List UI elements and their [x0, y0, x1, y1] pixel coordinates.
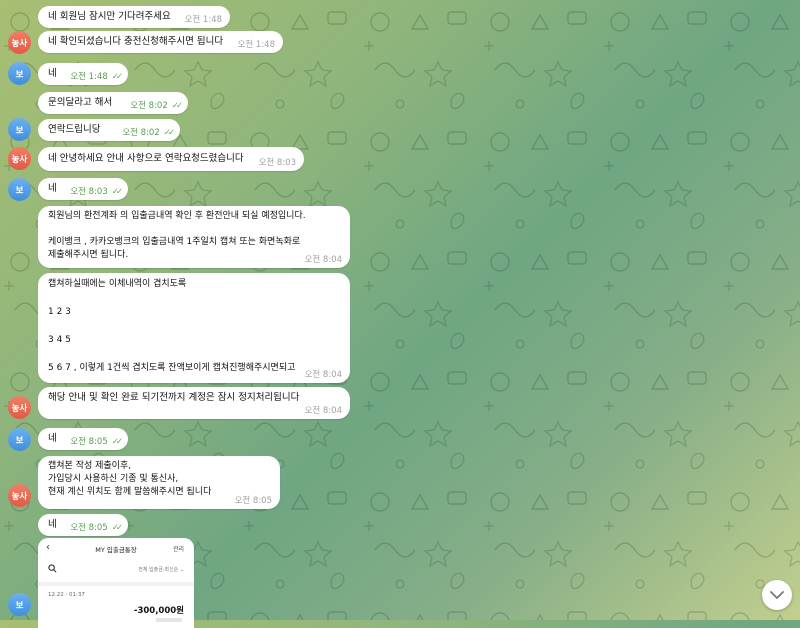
message-status: 오전 1:48 ✓✓ [70, 71, 123, 83]
scroll-down-button[interactable] [762, 580, 792, 610]
search-icon [48, 564, 57, 573]
message-bubble: 캡쳐본 작성 제출이후, 가입당시 사용하신 기종 및 통신사, 현재 계신 위… [38, 456, 280, 509]
message-time: 오전 8:03 [258, 158, 296, 168]
message-time: 오전 8:04 [304, 406, 342, 416]
attached-image[interactable]: ‹ MY 입출금통장 관리 전체·입출금·최신순 ⌄ 12.22 · 01:37… [38, 538, 194, 628]
message-time: 오전 1:48 [237, 40, 275, 50]
user-avatar[interactable]: 보 [8, 428, 31, 451]
transaction-date: 12.22 · 01:37 [48, 592, 85, 598]
double-check-icon: ✓✓ [171, 101, 183, 111]
message-time: 오전 1:48 [184, 15, 222, 25]
screenshot-header: ‹ MY 입출금통장 관리 [38, 538, 194, 560]
double-check-icon: ✓✓ [111, 72, 123, 82]
screenshot-manage: 관리 [172, 546, 184, 553]
counselor-avatar[interactable]: 놓사 [8, 484, 31, 507]
screenshot-title: MY 입출금통장 [95, 546, 137, 554]
message-bubble: 네 확인되셨습니다 충전신청해주시면 됩니다 오전 1:48 [38, 31, 283, 53]
message-bubble: 네 회원님 잠시만 기다려주세요 오전 1:48 [38, 6, 230, 28]
screenshot-toolbar: 전체·입출금·최신순 ⌄ [38, 564, 194, 578]
counselor-avatar[interactable]: 놓사 [8, 396, 31, 419]
message-bubble: 회원님의 환전계좌 의 입출금내역 확인 후 환전안내 되실 예정입니다. 케이… [38, 206, 350, 268]
message-bubble-outgoing: 문의달라고 해서 오전 8:02 ✓✓ [38, 92, 188, 114]
message-bubble-outgoing: 네 오전 1:48 ✓✓ [38, 63, 128, 85]
user-avatar[interactable]: 보 [8, 178, 31, 201]
message-bubble-outgoing: 네 오전 8:05 ✓✓ [38, 428, 128, 450]
message-time: 오전 8:05 [70, 437, 108, 447]
message-text: 네 [48, 183, 57, 194]
counselor-avatar[interactable]: 놓사 [8, 147, 31, 170]
message-text: 네 안녕하세요 안내 사항으로 연락요청드렸습니다 [48, 153, 244, 164]
message-text: 연락드립니당 [48, 124, 101, 135]
message-bubble-outgoing: 네 오전 8:05 ✓✓ [38, 514, 128, 536]
message-text: 네 [48, 433, 57, 444]
message-text: 네 회원님 잠시만 기다려주세요 [48, 11, 171, 22]
message-text: 네 [48, 519, 57, 530]
message-time: 오전 1:48 [70, 72, 108, 82]
transaction-balance-blurred [156, 618, 182, 622]
transaction-amount: -300,000원 [133, 606, 184, 616]
message-bubble: 캡쳐하실때에는 이체내역이 겹치도록 1 2 3 3 4 5 5 6 7 , 이… [38, 273, 350, 383]
message-time: 오전 8:03 [70, 187, 108, 197]
screenshot-filter: 전체·입출금·최신순 ⌄ [138, 567, 184, 573]
message-text: 네 확인되셨습니다 충전신청해주시면 됩니다 [48, 36, 224, 47]
message-bubble-outgoing: 연락드립니당 오전 8:02 ✓✓ [38, 119, 180, 141]
divider [38, 582, 194, 586]
user-avatar[interactable]: 보 [8, 62, 31, 85]
user-avatar[interactable]: 보 [8, 118, 31, 141]
message-status: 오전 8:05 ✓✓ [70, 436, 123, 448]
message-time: 오전 8:02 [130, 101, 168, 111]
message-time: 오전 8:05 [234, 496, 272, 506]
message-text: 캡쳐본 작성 제출이후, 가입당시 사용하신 기종 및 통신사, 현재 계신 위… [48, 461, 212, 497]
message-text: 회원님의 환전계좌 의 입출금내역 확인 후 환전안내 되실 예정입니다. 케이… [48, 211, 306, 260]
user-avatar[interactable]: 보 [8, 593, 31, 616]
message-time: 오전 8:04 [304, 370, 342, 380]
message-status: 오전 8:02 ✓✓ [130, 100, 183, 112]
message-text: 캡쳐하실때에는 이체내역이 겹치도록 1 2 3 3 4 5 5 6 7 , 이… [48, 279, 296, 373]
chevron-down-icon [770, 590, 784, 599]
message-bubble: 해당 안내 및 확인 완료 되기전까지 계정은 잠시 정지처리됩니다 오전 8:… [38, 387, 350, 419]
message-status: 오전 8:03 ✓✓ [70, 186, 123, 198]
counselor-avatar[interactable]: 놓사 [8, 31, 31, 54]
double-check-icon: ✓✓ [111, 437, 123, 447]
message-text: 문의달라고 해서 [48, 97, 113, 108]
message-text: 네 [48, 68, 57, 79]
message-text: 해당 안내 및 확인 완료 되기전까지 계정은 잠시 정지처리됩니다 [48, 392, 300, 403]
double-check-icon: ✓✓ [111, 523, 123, 533]
message-time: 오전 8:05 [70, 523, 108, 533]
double-check-icon: ✓✓ [163, 128, 175, 138]
message-status: 오전 8:02 ✓✓ [122, 127, 175, 139]
message-bubble: 네 안녕하세요 안내 사항으로 연락요청드렸습니다 오전 8:03 [38, 147, 304, 171]
message-time: 오전 8:02 [122, 128, 160, 138]
message-time: 오전 8:04 [304, 255, 342, 265]
message-bubble-outgoing: 네 오전 8:03 ✓✓ [38, 178, 128, 200]
message-status: 오전 8:05 ✓✓ [70, 522, 123, 534]
double-check-icon: ✓✓ [111, 187, 123, 197]
